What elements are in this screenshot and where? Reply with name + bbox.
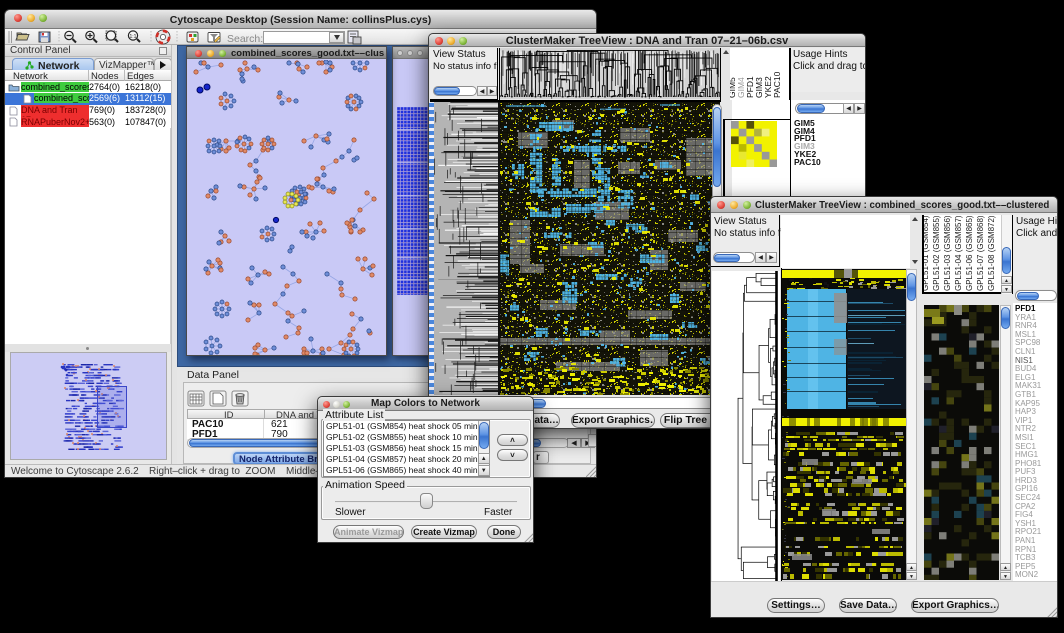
svg-text:GPL51-07 (GSM868): GPL51-07 (GSM868): [976, 215, 985, 291]
svg-text:GPL51-01 (GSM854): GPL51-01 (GSM854): [924, 215, 930, 291]
svg-text:GPL51-03 (GSM856): GPL51-03 (GSM856): [943, 215, 952, 291]
svg-text:GPL51-08 (GSM872): GPL51-08 (GSM872): [987, 215, 996, 291]
svg-text:GPL51-04 (GSM857): GPL51-04 (GSM857): [954, 215, 963, 291]
svg-text:GPL51-02 (GSM855): GPL51-02 (GSM855): [932, 215, 941, 291]
svg-text:GPL51-06 (GSM865): GPL51-06 (GSM865): [965, 215, 974, 291]
svg-text:1:1: 1:1: [130, 34, 137, 40]
svg-text:PAC10: PAC10: [772, 71, 782, 98]
